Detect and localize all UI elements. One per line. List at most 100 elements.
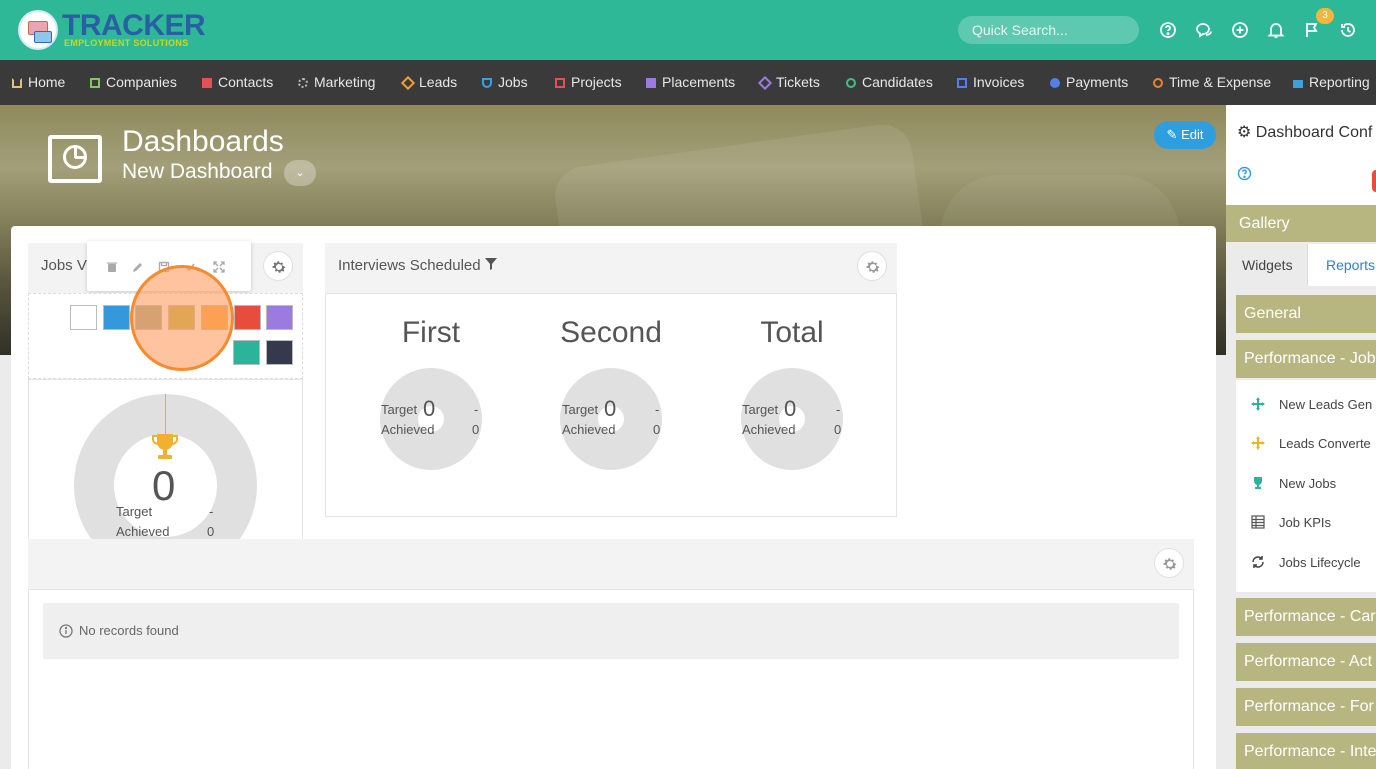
history-icon[interactable] — [1339, 21, 1357, 39]
second-achieved-value: 0 — [653, 422, 661, 437]
pencil-edit-icon[interactable] — [132, 260, 144, 272]
nav-tickets[interactable]: Tickets — [757, 60, 820, 105]
section-general[interactable]: General — [1236, 295, 1376, 333]
nav-contacts[interactable]: Contacts — [202, 60, 273, 105]
interview-col-total: Total — [760, 316, 824, 349]
main-nav: Home Companies Contacts Marketing Leads … — [0, 60, 1376, 105]
item-leads-converted[interactable]: Leads Converte — [1279, 436, 1371, 451]
trophy-nav-icon — [482, 78, 492, 88]
first-achieved-label: Achieved — [381, 422, 435, 437]
item-new-leads-gen[interactable]: New Leads Gen — [1279, 397, 1372, 412]
second-target-label: Target — [562, 402, 599, 417]
building-icon — [90, 78, 100, 88]
interview-col-first: First — [401, 316, 461, 349]
logo-mark-icon — [18, 10, 58, 50]
item-jobs-lifecycle[interactable]: Jobs Lifecycle — [1279, 555, 1361, 570]
nav-projects[interactable]: Projects — [555, 60, 622, 105]
quick-search-input[interactable] — [958, 16, 1139, 44]
jobs-widget-title: Jobs V — [41, 257, 87, 274]
cycle-icon — [1251, 555, 1265, 569]
item-new-jobs[interactable]: New Jobs — [1279, 476, 1336, 491]
no-records-text: No records found — [79, 623, 179, 638]
bar-chart-icon — [1293, 78, 1303, 88]
target-icon — [400, 75, 416, 91]
total-achieved-label: Achieved — [742, 422, 796, 437]
nav-leads[interactable]: Leads — [400, 60, 457, 105]
arrows-cross-orange-icon — [1251, 436, 1265, 450]
nav-companies[interactable]: Companies — [90, 60, 177, 105]
filter-icon[interactable] — [484, 257, 497, 274]
item-job-kpis[interactable]: Job KPIs — [1279, 515, 1331, 530]
section-performance-candidates[interactable]: Performance - Car — [1236, 598, 1376, 636]
interviews-widget-title: Interviews Scheduled — [338, 257, 497, 274]
nav-time-expense[interactable]: Time & Expense — [1153, 60, 1271, 105]
nav-home[interactable]: Home — [12, 60, 65, 105]
swatch-blue[interactable] — [103, 305, 130, 330]
first-achieved-value: 0 — [472, 422, 480, 437]
invoice-icon — [957, 78, 967, 88]
nav-payments[interactable]: Payments — [1050, 60, 1128, 105]
swatch-navy[interactable] — [266, 340, 293, 365]
section-performance-interviews[interactable]: Performance - Inte — [1236, 733, 1376, 769]
total-target-label: Target — [742, 402, 779, 417]
panel-help-row — [1226, 155, 1376, 205]
swatch-teal[interactable] — [233, 340, 260, 365]
first-target-value: - — [474, 402, 479, 417]
edit-button[interactable]: ✎ Edit — [1154, 121, 1216, 149]
section-performance-jobs[interactable]: Performance - Jobs — [1236, 340, 1376, 378]
flag-icon[interactable] — [1303, 21, 1321, 39]
second-value: 0 — [604, 396, 617, 421]
swatch-purple[interactable] — [266, 305, 293, 330]
logo-subtitle: EMPLOYMENT SOLUTIONS — [64, 38, 189, 48]
clock-icon — [1153, 78, 1163, 88]
broadcast-icon — [298, 78, 308, 88]
swatch-red[interactable] — [234, 305, 261, 330]
nav-invoices[interactable]: Invoices — [957, 60, 1024, 105]
jobs-total-value: 0 — [152, 462, 176, 509]
records-widget-settings-gear-icon[interactable] — [1154, 548, 1184, 578]
section-performance-forms[interactable]: Performance - For — [1236, 688, 1376, 726]
tracker-logo[interactable]: TRACKER EMPLOYMENT SOLUTIONS — [18, 9, 208, 52]
trophy-small-icon — [1251, 476, 1265, 490]
help-icon[interactable] — [1159, 21, 1177, 39]
info-icon — [59, 624, 73, 638]
jobs-achieved-value: 0 — [207, 524, 215, 539]
section-performance-activities[interactable]: Performance - Act — [1236, 643, 1376, 681]
swatch-white[interactable] — [70, 305, 97, 330]
gallery-header: Gallery — [1226, 205, 1376, 242]
nav-candidates[interactable]: Candidates — [846, 60, 933, 105]
settings-gear-icon: ⚙ — [1237, 124, 1252, 141]
dashboard-select-chevron-icon[interactable]: ⌄ — [284, 160, 316, 186]
help-circle-icon[interactable] — [1237, 166, 1252, 181]
red-indicator — [1372, 170, 1376, 192]
expand-icon[interactable] — [213, 260, 225, 273]
nav-marketing[interactable]: Marketing — [298, 60, 375, 105]
table-icon — [1251, 515, 1265, 529]
home-icon — [12, 78, 22, 88]
user-icon — [846, 78, 856, 88]
tab-widgets[interactable]: Widgets — [1226, 244, 1308, 286]
no-records-box — [43, 603, 1179, 659]
tab-reports[interactable]: Reports — [1326, 244, 1375, 286]
arrows-cross-icon — [1251, 397, 1265, 411]
top-bar: TRACKER EMPLOYMENT SOLUTIONS 3 — [0, 0, 1376, 60]
add-circle-icon[interactable] — [1231, 21, 1249, 39]
jobs-widget-settings-gear-icon[interactable] — [263, 251, 293, 281]
nav-placements[interactable]: Placements — [646, 60, 735, 105]
jobs-achieved-label: Achieved — [116, 524, 170, 539]
trophy-icon — [152, 432, 178, 462]
records-widget-header — [28, 539, 1194, 589]
clipboard-icon — [555, 78, 565, 88]
nav-reporting[interactable]: Reporting — [1293, 60, 1370, 105]
interviews-widget-settings-gear-icon[interactable] — [857, 251, 887, 281]
trash-icon[interactable] — [106, 260, 118, 272]
nav-jobs[interactable]: Jobs — [482, 60, 528, 105]
panel-title: ⚙ Dashboard Conf — [1226, 105, 1376, 155]
dashboard-pie-icon — [48, 135, 102, 183]
total-target-value: - — [836, 402, 841, 417]
page-title: Dashboards — [122, 125, 284, 158]
chat-icon[interactable] — [1195, 21, 1213, 39]
panel-tabs: Widgets Reports — [1226, 244, 1376, 286]
bell-icon[interactable] — [1267, 21, 1285, 39]
interview-col-second: Second — [560, 316, 662, 349]
